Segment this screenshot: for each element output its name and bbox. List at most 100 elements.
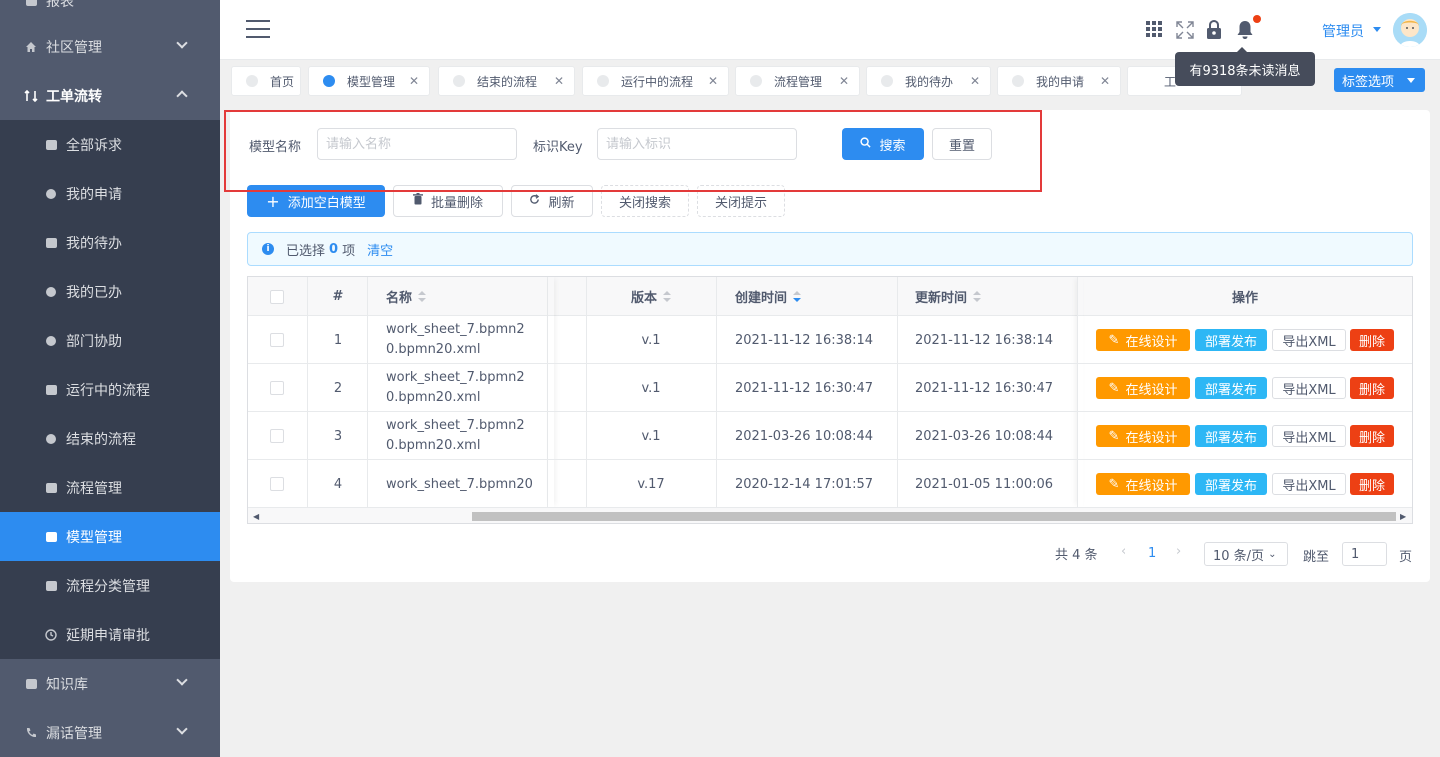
deploy-button[interactable]: 部署发布	[1195, 473, 1267, 495]
scrollbar-thumb[interactable]	[472, 512, 1396, 521]
sidebar-item-workflow[interactable]: 工单流转	[0, 71, 220, 120]
sidebar-item-all-requests[interactable]: 全部诉求	[0, 120, 220, 169]
sidebar-item-finished-process[interactable]: 结束的流程	[0, 414, 220, 463]
tab-label: 首页	[270, 74, 295, 89]
table-header: # 名称 版本 创建时间 更新时间 操作	[248, 277, 1412, 316]
deploy-button[interactable]: 部署发布	[1195, 377, 1267, 399]
sort-icon[interactable]	[418, 290, 427, 303]
deploy-button[interactable]: 部署发布	[1195, 425, 1267, 447]
tab-process-management[interactable]: 流程管理 ✕	[735, 66, 860, 96]
close-icon[interactable]: ✕	[708, 74, 718, 88]
tab-my-todo[interactable]: 我的待办 ✕	[866, 66, 991, 96]
design-button[interactable]: ✎ 在线设计	[1096, 329, 1190, 351]
delete-button[interactable]: 删除	[1350, 425, 1394, 447]
design-button[interactable]: ✎ 在线设计	[1096, 425, 1190, 447]
design-button[interactable]: ✎ 在线设计	[1096, 473, 1190, 495]
row-checkbox[interactable]	[270, 364, 284, 412]
chevron-down-icon: ⌄	[1268, 548, 1277, 560]
sidebar-item-missed-calls[interactable]: 漏话管理	[0, 708, 220, 757]
close-icon[interactable]: ✕	[970, 74, 980, 88]
row-name: work_sheet_7.bpmn20	[386, 476, 533, 492]
add-model-button[interactable]: + 添加空白模型	[247, 185, 385, 217]
sidebar-item-my-applications[interactable]: 我的申请	[0, 169, 220, 218]
sidebar-item-running-process[interactable]: 运行中的流程	[0, 365, 220, 414]
sidebar-item-department-assist[interactable]: 部门协助	[0, 316, 220, 365]
page-1[interactable]: 1	[1148, 546, 1156, 561]
user-name[interactable]: 管理员	[1322, 21, 1364, 41]
sidebar-item-community[interactable]: 社区管理	[0, 22, 220, 71]
book-icon	[24, 677, 38, 691]
fullscreen-icon[interactable]	[1175, 20, 1195, 40]
row-checkbox[interactable]	[270, 460, 284, 508]
deploy-button[interactable]: 部署发布	[1195, 329, 1267, 351]
sort-icon[interactable]	[663, 290, 671, 303]
batch-delete-button[interactable]: 批量删除	[393, 185, 503, 217]
sidebar-item-label: 延期申请审批	[66, 627, 150, 644]
select-all-checkbox[interactable]	[270, 277, 286, 316]
sidebar-item-model-management[interactable]: 模型管理	[0, 512, 220, 561]
delete-button[interactable]: 删除	[1350, 377, 1394, 399]
lock-icon[interactable]	[1206, 19, 1226, 40]
caret-down-icon[interactable]	[1373, 27, 1381, 32]
search-button[interactable]: 搜索	[842, 128, 924, 160]
model-name-input[interactable]	[317, 128, 517, 160]
tag-options-dropdown[interactable]: 标签选项	[1334, 68, 1425, 92]
next-page-icon[interactable]: ›	[1176, 544, 1181, 559]
scroll-right-icon[interactable]: ▶	[1400, 512, 1406, 521]
export-xml-button[interactable]: 导出XML	[1272, 329, 1346, 351]
avatar[interactable]	[1393, 13, 1427, 47]
close-search-button[interactable]: 关闭搜索	[601, 185, 689, 217]
sort-icon[interactable]	[973, 290, 982, 303]
row-version: v.1	[641, 380, 661, 396]
tab-model-management[interactable]: 模型管理 ✕	[308, 66, 430, 96]
report-icon	[24, 0, 38, 8]
refresh-button[interactable]: 刷新	[511, 185, 593, 217]
settings-icon	[44, 432, 58, 446]
sidebar-item-my-done[interactable]: 我的已办	[0, 267, 220, 316]
scroll-left-icon[interactable]: ◀	[253, 512, 259, 521]
close-icon[interactable]: ✕	[409, 74, 419, 88]
sidebar-item-knowledge[interactable]: 知识库	[0, 659, 220, 708]
clear-selection-link[interactable]: 清空	[367, 240, 393, 259]
row-checkbox[interactable]	[270, 316, 284, 364]
tab-dot-icon	[750, 75, 762, 87]
delete-button[interactable]: 删除	[1350, 473, 1394, 495]
header-created[interactable]: 创建时间	[735, 277, 905, 316]
design-button[interactable]: ✎ 在线设计	[1096, 377, 1190, 399]
horizontal-scrollbar[interactable]: ◀ ▶	[248, 507, 1412, 523]
header-updated[interactable]: 更新时间	[915, 277, 1085, 316]
sidebar-item-process-category[interactable]: 流程分类管理	[0, 561, 220, 610]
prev-page-icon[interactable]: ‹	[1121, 544, 1126, 559]
apps-grid-icon[interactable]	[1145, 20, 1165, 40]
close-icon[interactable]: ✕	[839, 74, 849, 88]
tab-finished-process[interactable]: 结束的流程 ✕	[438, 66, 575, 96]
close-tip-button[interactable]: 关闭提示	[697, 185, 785, 217]
key-input[interactable]	[597, 128, 797, 160]
menu-toggle-icon[interactable]	[246, 20, 270, 38]
page-size-select[interactable]: 10 条/页 ⌄	[1204, 542, 1288, 566]
header-version[interactable]: 版本	[586, 277, 716, 316]
jump-input[interactable]: 1	[1342, 542, 1387, 566]
close-icon[interactable]: ✕	[1100, 74, 1110, 88]
delete-button[interactable]: 删除	[1350, 329, 1394, 351]
header-name[interactable]: 名称	[386, 277, 546, 316]
reset-button[interactable]: 重置	[932, 128, 992, 160]
sidebar-item-label: 结束的流程	[66, 431, 136, 448]
export-xml-button[interactable]: 导出XML	[1272, 425, 1346, 447]
export-xml-button[interactable]: 导出XML	[1272, 377, 1346, 399]
export-xml-button[interactable]: 导出XML	[1272, 473, 1346, 495]
sidebar-item-extension-approval[interactable]: 延期申请审批	[0, 610, 220, 659]
sidebar-item-my-todo[interactable]: 我的待办	[0, 218, 220, 267]
sidebar-item-process-management[interactable]: 流程管理	[0, 463, 220, 512]
row-created: 2021-11-12 16:30:47	[735, 380, 874, 396]
sort-desc-icon[interactable]	[793, 290, 802, 303]
row-updated: 2021-11-12 16:30:47	[915, 380, 1054, 396]
tab-my-applications[interactable]: 我的申请 ✕	[997, 66, 1121, 96]
design-label: 在线设计	[1125, 430, 1178, 446]
row-checkbox[interactable]	[270, 412, 284, 460]
tab-home[interactable]: 首页	[231, 66, 301, 96]
bell-icon[interactable]	[1236, 20, 1256, 40]
search-icon	[860, 136, 872, 152]
close-icon[interactable]: ✕	[554, 74, 564, 88]
tab-running-process[interactable]: 运行中的流程 ✕	[582, 66, 729, 96]
